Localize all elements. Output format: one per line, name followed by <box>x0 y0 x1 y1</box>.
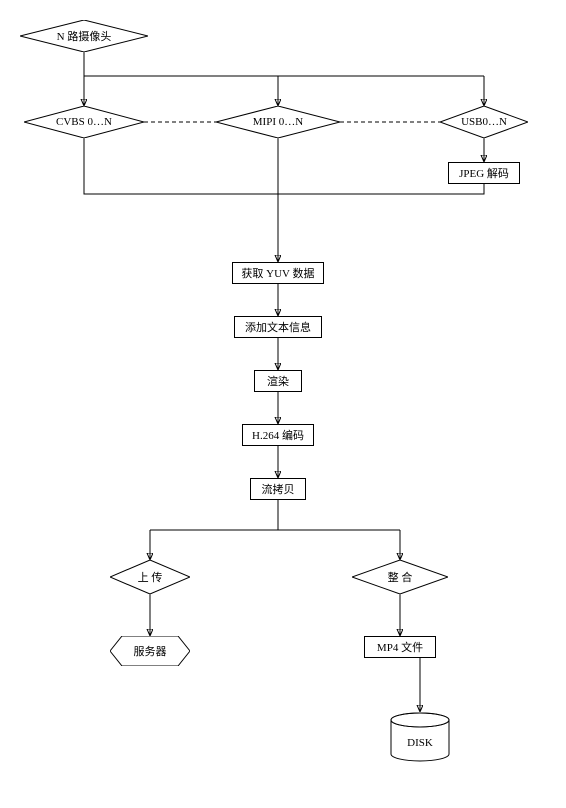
stream-copy: 流拷贝 <box>250 478 306 500</box>
cameras-title-label: N 路摄像头 <box>57 28 112 44</box>
get-yuv-data-label: 获取 YUV 数据 <box>241 265 314 281</box>
interface-usb-label: USB0…N <box>461 116 507 128</box>
interface-cvbs-label: CVBS 0…N <box>56 116 112 128</box>
upload-label: 上 传 <box>138 569 163 585</box>
mp4-file: MP4 文件 <box>364 636 436 658</box>
interface-cvbs: CVBS 0…N <box>24 106 144 138</box>
h264-encode-label: H.264 编码 <box>252 427 304 443</box>
add-text-info: 添加文本信息 <box>234 316 322 338</box>
upload: 上 传 <box>110 560 190 594</box>
cameras-title: N 路摄像头 <box>20 20 148 52</box>
interface-mipi: MIPI 0…N <box>216 106 340 138</box>
get-yuv-data: 获取 YUV 数据 <box>232 262 324 284</box>
server: 服务器 <box>110 636 190 666</box>
interface-mipi-label: MIPI 0…N <box>253 116 303 128</box>
jpeg-decode-label: JPEG 解码 <box>459 165 509 181</box>
interface-usb: USB0…N <box>440 106 528 138</box>
merge-label: 整 合 <box>388 569 413 585</box>
mp4-file-label: MP4 文件 <box>377 639 423 655</box>
merge: 整 合 <box>352 560 448 594</box>
jpeg-decode: JPEG 解码 <box>448 162 520 184</box>
disk-label: DISK <box>407 737 433 749</box>
server-label: 服务器 <box>134 643 167 659</box>
stream-copy-label: 流拷贝 <box>262 481 295 497</box>
h264-encode: H.264 编码 <box>242 424 314 446</box>
add-text-info-label: 添加文本信息 <box>245 319 311 335</box>
render: 渲染 <box>254 370 302 392</box>
disk: DISK <box>390 712 450 762</box>
render-label: 渲染 <box>267 373 289 389</box>
